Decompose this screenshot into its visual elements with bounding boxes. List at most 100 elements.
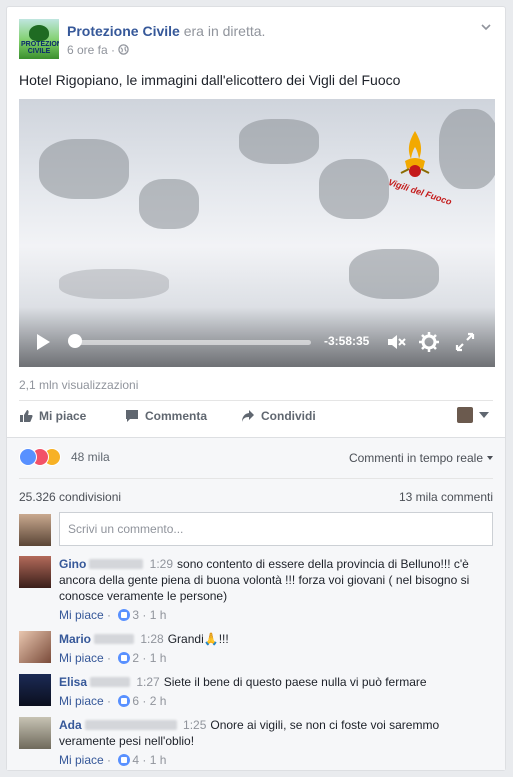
time-remaining: -3:58:35	[324, 334, 370, 348]
comment-sort-label: Commenti in tempo reale	[348, 451, 483, 465]
progress-track[interactable]	[74, 340, 311, 345]
comment-like-count[interactable]: 6	[132, 694, 139, 708]
divider	[19, 400, 493, 401]
separator-dot: ·	[111, 43, 119, 57]
like-label: Mi piace	[39, 409, 87, 423]
viewer-caret-icon[interactable]	[479, 412, 489, 418]
snow-tree	[239, 119, 319, 164]
post-timestamp[interactable]: 6 ore fa	[67, 43, 108, 57]
commenter-name[interactable]: Ada	[59, 718, 82, 732]
snow-tree	[39, 139, 129, 199]
comment-body: Mario 1:28 Grandi🙏!!!	[59, 631, 493, 647]
like-count-icon	[118, 754, 131, 766]
comments-area: 48 mila Commenti in tempo reale 25.326 c…	[7, 437, 505, 770]
view-count: 2,1 mln visualizzazioni	[19, 378, 139, 392]
comment-sort-dropdown[interactable]: Commenti in tempo reale	[349, 451, 493, 465]
comment-footer: Mi piace · 6 · 2 h	[59, 694, 167, 708]
like-count-icon	[118, 695, 131, 707]
author-line: Protezione Civile era in diretta.	[67, 23, 265, 39]
blurred-surname	[94, 634, 135, 644]
comments-count[interactable]: 13 mila commenti	[399, 490, 493, 504]
caret-down-icon	[487, 456, 493, 460]
praying-hands-emoji: 🙏	[203, 632, 219, 646]
fullscreen-icon[interactable]	[454, 331, 476, 353]
share-button[interactable]: Condividi	[241, 409, 316, 423]
reactions-count[interactable]: 48 mila	[71, 450, 110, 464]
comment-button[interactable]: Commenta	[125, 409, 207, 423]
avatar-logo-text: PROTEZIONE CIVILE	[21, 41, 59, 55]
post-card: PROTEZIONE CIVILE Protezione Civile era …	[6, 6, 506, 771]
commenter-avatar[interactable]	[19, 631, 51, 663]
commenter-avatar[interactable]	[19, 674, 51, 706]
comment-like-link[interactable]: Mi piace	[59, 608, 104, 622]
comment-age[interactable]: 1 h	[150, 651, 167, 665]
page-avatar[interactable]: PROTEZIONE CIVILE	[19, 19, 59, 59]
video-player[interactable]: Vigili del Fuoco -3:58:35	[19, 99, 495, 367]
video-controls: -3:58:35	[19, 317, 495, 367]
snow-tree	[349, 249, 439, 299]
comment-like-count[interactable]: 2	[132, 651, 139, 665]
divider	[19, 478, 493, 479]
blurred-surname	[90, 677, 131, 687]
comment-text: Grandi	[167, 632, 204, 646]
mute-icon[interactable]	[385, 331, 407, 353]
post-header: PROTEZIONE CIVILE Protezione Civile era …	[19, 19, 493, 63]
play-icon[interactable]	[37, 334, 50, 350]
action-bar: Mi piace Commenta Condividi	[19, 403, 493, 433]
like-count-icon	[118, 652, 131, 664]
comment-body: Gino 1:29 sono contento di essere della p…	[59, 556, 493, 604]
post-options-chevron-icon[interactable]	[479, 21, 493, 35]
like-count-icon	[118, 609, 131, 621]
share-label: Condividi	[261, 409, 316, 423]
comment-video-time[interactable]: 1:27	[136, 675, 159, 689]
viewer-avatar[interactable]	[457, 407, 473, 423]
blurred-surname	[84, 720, 177, 730]
commenter-avatar[interactable]	[19, 556, 51, 588]
blurred-surname	[89, 559, 144, 569]
comment-footer: Mi piace · 3 · 1 h	[59, 608, 167, 622]
comment-composer	[19, 512, 493, 548]
comment-video-time[interactable]: 1:25	[183, 718, 206, 732]
commenter-avatar[interactable]	[19, 717, 51, 749]
comment-video-time[interactable]: 1:28	[140, 632, 163, 646]
comment-item: Mario 1:28 Grandi🙏!!! Mi piace · 2 · 1 h	[19, 631, 493, 671]
commenter-name[interactable]: Mario	[59, 632, 91, 646]
comment-input[interactable]	[59, 512, 493, 546]
comment-age[interactable]: 1 h	[150, 753, 167, 767]
comment-like-count[interactable]: 3	[132, 608, 139, 622]
progress-knob[interactable]	[68, 334, 82, 348]
comment-age[interactable]: 2 h	[150, 694, 167, 708]
comment-body: Ada 1:25 Onore ai vigili, se non ci foste…	[59, 717, 493, 749]
viewer-avatar	[19, 514, 51, 546]
snow-tree	[139, 179, 199, 229]
post-text: Hotel Rigopiano, le immagini dall'elicot…	[19, 72, 401, 88]
comment-item: Gino 1:29 sono contento di essere della p…	[19, 556, 493, 628]
comment-text: Siete il bene di questo paese nulla vi p…	[163, 675, 427, 689]
comment-like-link[interactable]: Mi piace	[59, 651, 104, 665]
comment-like-link[interactable]: Mi piace	[59, 694, 104, 708]
settings-gear-icon[interactable]	[418, 331, 440, 353]
globe-icon	[118, 44, 130, 55]
post-meta: 6 ore fa ·	[67, 43, 130, 57]
like-button[interactable]: Mi piace	[19, 409, 86, 423]
comment-like-link[interactable]: Mi piace	[59, 753, 104, 767]
thumbs-up-icon	[20, 410, 33, 422]
commenter-name[interactable]: Elisa	[59, 675, 87, 689]
comment-text-suffix: !!!	[218, 632, 229, 646]
shares-count[interactable]: 25.326 condivisioni	[19, 490, 121, 504]
comment-footer: Mi piace · 4 · 1 h	[59, 753, 167, 767]
comment-label: Commenta	[145, 409, 208, 423]
comment-item: Elisa 1:27 Siete il bene di questo paese …	[19, 674, 493, 714]
comment-like-count[interactable]: 4	[132, 753, 139, 767]
comment-bubble-icon	[126, 410, 138, 422]
share-arrow-icon	[242, 410, 254, 422]
comment-video-time[interactable]: 1:29	[150, 557, 173, 571]
snow-tree	[59, 269, 169, 299]
page-name-link[interactable]: Protezione Civile	[67, 23, 180, 39]
live-status: era in diretta.	[183, 23, 266, 39]
comment-age[interactable]: 1 h	[150, 608, 167, 622]
commenter-name[interactable]: Gino	[59, 557, 86, 571]
logo-figure	[29, 25, 49, 41]
comment-footer: Mi piace · 2 · 1 h	[59, 651, 167, 665]
comment-body: Elisa 1:27 Siete il bene di questo paese …	[59, 674, 493, 690]
